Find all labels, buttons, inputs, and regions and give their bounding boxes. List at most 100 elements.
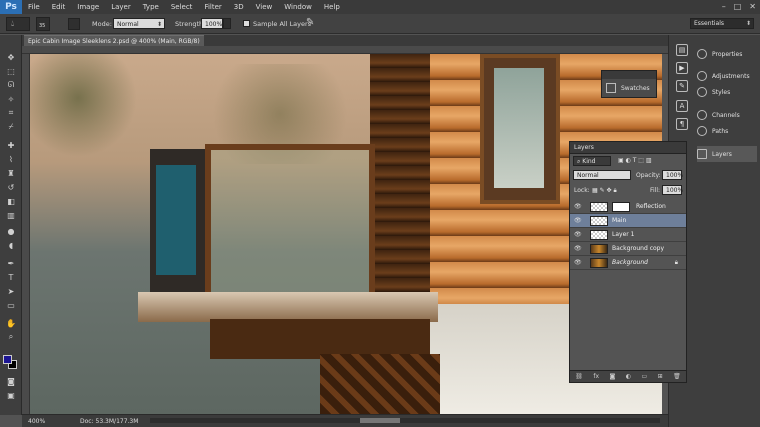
link-icon[interactable]: ⛓ [575,373,583,380]
quick-mask-icon[interactable]: ◙ [4,375,18,387]
adjustments-panel-button[interactable]: Adjustments [697,68,757,84]
blend-mode-select[interactable]: Normal [573,170,631,180]
layer-mask-thumbnail[interactable] [612,202,630,212]
mode-select[interactable]: Normal ⬍ [113,18,165,29]
layer-row[interactable]: 👁︎ Reflection [570,200,686,214]
properties-icon [697,49,707,59]
hand-tool-icon[interactable]: ✋ [4,317,18,329]
menu-help[interactable]: Help [318,3,346,11]
channels-panel-button[interactable]: Channels [697,107,757,123]
image-canvas[interactable] [30,54,662,414]
marquee-tool-icon[interactable]: ⬚ [4,65,18,77]
scrollbar-thumb[interactable] [360,418,400,423]
crop-tool-icon[interactable]: ⌗ [4,107,18,119]
layer-row[interactable]: 👁︎ Background 🔒︎ [570,256,686,270]
workspace-select[interactable]: Essentials ⬍ [690,18,754,29]
close-button[interactable]: ✕ [749,2,756,11]
folder-icon[interactable]: ▭ [641,373,647,380]
styles-panel-button[interactable]: Styles [697,84,757,100]
opacity-input[interactable]: 100% [662,170,683,180]
filter-icons[interactable]: ▣ ◐ T ⬚ ▥ [618,157,652,164]
swatches-header[interactable] [602,71,656,79]
mask-icon[interactable]: ◙ [609,373,615,380]
history-icon[interactable]: ▤ [676,44,688,56]
type-tool-icon[interactable]: T [4,271,18,283]
layer-row[interactable]: 👁︎ Layer 1 [570,228,686,242]
new-layer-icon[interactable]: ⊞ [658,373,663,380]
layer-row[interactable]: 👁︎ Background copy [570,242,686,256]
sample-all-layers-checkbox[interactable] [243,20,250,27]
zoom-level[interactable]: 400% [28,418,45,425]
healing-brush-tool-icon[interactable]: ✚ [4,139,18,151]
eraser-tool-icon[interactable]: ◧ [4,195,18,207]
menu-image[interactable]: Image [71,3,105,11]
eye-icon[interactable]: 👁︎ [574,259,582,267]
document-tab[interactable]: Epic Cabin Image Sleeklens 2.psd @ 400% … [24,35,204,56]
character-icon[interactable]: A [676,100,688,112]
minimize-button[interactable]: – [722,2,726,11]
paths-icon [697,126,707,136]
horizontal-scrollbar[interactable] [150,418,660,423]
adjustment-icon[interactable]: ◐ [626,373,631,380]
menu-filter[interactable]: Filter [198,3,227,11]
lock-icon: 🔒︎ [674,259,678,266]
fill-input[interactable]: 100% [662,185,683,195]
layer-filter-select[interactable]: ⌕ Kind [573,156,611,166]
menu-3d[interactable]: 3D [228,3,250,11]
brush-presets-icon[interactable]: ✎ [676,80,688,92]
layers-panel-button[interactable]: Layers [697,146,757,162]
strength-slider-toggle[interactable] [223,18,231,29]
menu-window[interactable]: Window [278,3,318,11]
fx-icon[interactable]: fx [593,373,599,380]
actions-icon[interactable]: ▶ [676,62,688,74]
strength-input[interactable]: 100% [201,18,223,29]
layer-thumbnail [590,230,608,240]
layers-panel-footer: ⛓ fx ◙ ◐ ▭ ⊞ 🗑︎ [570,370,686,382]
paragraph-icon[interactable]: ¶ [676,118,688,130]
screen-mode-icon[interactable]: ▣ [4,389,18,401]
dodge-tool-icon[interactable]: ◖ [4,239,18,251]
brush-panel-toggle[interactable] [68,18,80,30]
brush-tool-icon[interactable]: ⌇ [4,153,18,165]
maximize-button[interactable]: □ [734,2,742,11]
lasso-tool-icon[interactable]: ᘏ [4,79,18,91]
eye-icon[interactable]: 👁︎ [574,245,582,253]
menu-layer[interactable]: Layer [105,3,137,11]
lock-icons[interactable]: ▦ ✎ ✥ 🔒︎ [592,187,617,195]
eye-icon[interactable]: 👁︎ [574,203,582,211]
gradient-tool-icon[interactable]: ▥ [4,209,18,221]
menu-edit[interactable]: Edit [46,3,72,11]
blur-tool-icon[interactable]: ● [4,225,18,237]
rectangle-tool-icon[interactable]: ▭ [4,299,18,311]
brush-preset-picker[interactable]: 35 [36,17,50,31]
menu-file[interactable]: File [22,3,46,11]
zoom-tool-icon[interactable]: ⌕ [4,331,18,343]
layer-row[interactable]: 👁︎ Main [570,214,686,228]
properties-panel-button[interactable]: Properties [697,46,757,62]
layers-panel-title[interactable]: Layers [570,142,686,154]
menu-type[interactable]: Type [137,3,165,11]
history-brush-tool-icon[interactable]: ↺ [4,181,18,193]
balcony-floor [138,292,438,322]
paths-panel-button[interactable]: Paths [697,123,757,139]
foliage [30,54,150,164]
menu-select[interactable]: Select [165,3,199,11]
chevron-down-icon: ⬍ [745,20,751,27]
menu-view[interactable]: View [250,3,279,11]
eyedropper-tool-icon[interactable]: ⌿ [4,121,18,133]
quick-select-tool-icon[interactable]: ✧ [4,93,18,105]
pen-tool-icon[interactable]: ✒ [4,257,18,269]
doc-size[interactable]: Doc: 53.3M/177.3M [80,418,138,425]
pressure-brush-icon[interactable]: ✎ [306,17,314,28]
foreground-color-swatch[interactable] [3,355,12,364]
move-tool-icon[interactable]: ✥ [4,51,18,63]
tool-preset-picker[interactable]: 💧︎ [6,17,30,31]
trash-icon[interactable]: 🗑︎ [673,373,681,380]
clone-stamp-tool-icon[interactable]: ♜ [4,167,18,179]
path-selection-tool-icon[interactable]: ➤ [4,285,18,297]
horizontal-ruler[interactable] [22,46,668,54]
vertical-ruler[interactable] [22,54,30,414]
swatches-panel[interactable]: Swatches [601,70,657,98]
eye-icon[interactable]: 👁︎ [574,217,582,225]
eye-icon[interactable]: 👁︎ [574,231,582,239]
